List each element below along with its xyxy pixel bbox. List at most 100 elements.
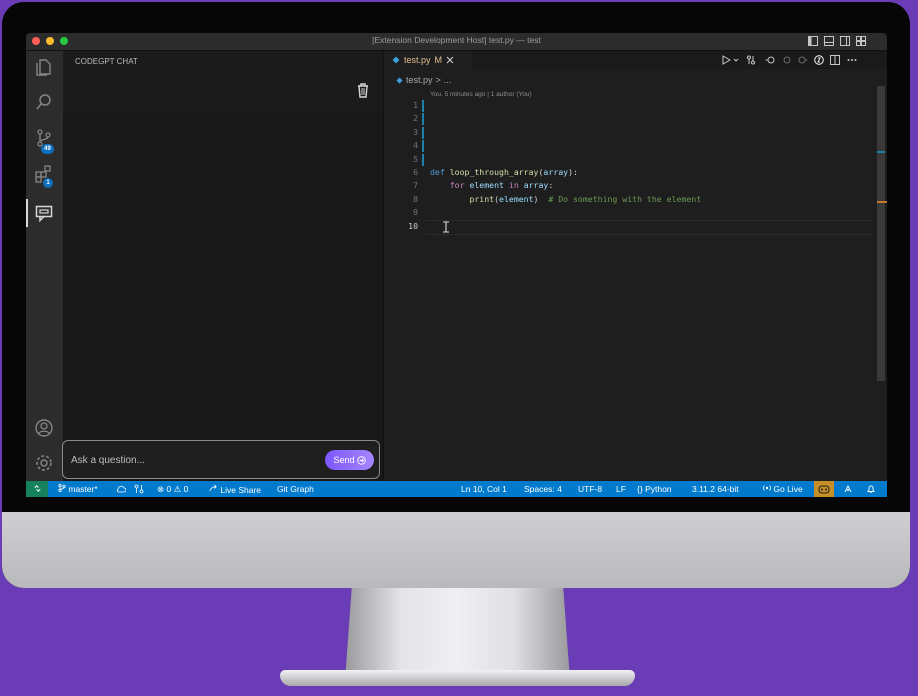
eol-status[interactable]: LF: [616, 484, 626, 494]
language-mode[interactable]: {} Python: [637, 484, 672, 494]
monitor-foot: [280, 670, 635, 686]
warning-count: 0: [183, 484, 189, 494]
toggle-sidebar-icon[interactable]: [808, 36, 818, 46]
branch-name: master*: [68, 484, 98, 494]
current-line-highlight: [426, 219, 872, 235]
toggle-panel-icon[interactable]: [824, 36, 834, 46]
variable: element: [499, 193, 534, 204]
python-interpreter[interactable]: 3.11.2 64-bit: [692, 484, 739, 494]
run-icon[interactable]: [721, 55, 731, 65]
gear-icon[interactable]: [34, 453, 54, 473]
sidebar-title: CODEGPT CHAT: [75, 57, 138, 66]
python-file-icon: [392, 56, 400, 64]
toggle-secondary-sidebar-icon[interactable]: [840, 36, 850, 46]
code-line: 10: [384, 219, 874, 235]
title-bar: [Extension Development Host] test.py — t…: [26, 33, 887, 51]
code-line: 4: [384, 139, 874, 153]
window-title: [Extension Development Host] test.py — t…: [372, 35, 541, 45]
problems-status[interactable]: ⊗ 0 ⚠ 0: [157, 484, 188, 495]
code-line: 3: [384, 126, 874, 139]
status-bar: master* ⊗ 0 ⚠ 0 Live Share Git Graph Ln …: [26, 481, 887, 497]
bell-icon[interactable]: [866, 484, 876, 494]
scrollbar[interactable]: [877, 86, 885, 381]
tab-test-py[interactable]: test.py M: [384, 51, 472, 69]
scrollbar-change-marker: [877, 151, 885, 153]
line-number: 7: [413, 180, 418, 191]
code-editor[interactable]: 1 2 3 4 5 6 def loop_through_array(array…: [384, 99, 874, 235]
breadcrumb-separator: >: [435, 75, 441, 85]
branch-status[interactable]: master*: [58, 483, 98, 494]
chat-input-box: Send: [62, 440, 380, 479]
codegpt-chat-panel: CODEGPT CHAT Send: [62, 51, 384, 481]
line-number: 4: [413, 140, 418, 151]
code-line: 2: [384, 112, 874, 126]
git-blame-annotation[interactable]: You, 5 minutes ago | 1 author (You): [430, 91, 532, 98]
tab-bar: test.py M: [384, 51, 887, 69]
code-text: print(element) # Do something with the e…: [469, 193, 702, 204]
code-line: 6 def loop_through_array(array):: [384, 166, 874, 179]
close-icon[interactable]: [446, 56, 454, 64]
sync-cloud-icon[interactable]: [116, 485, 126, 493]
braces-icon: {}: [637, 484, 643, 494]
feedback-icon[interactable]: [843, 484, 853, 494]
gutter-added-indicator: [422, 113, 424, 126]
revert-icon[interactable]: [765, 55, 775, 65]
chat-header: CODEGPT CHAT: [63, 51, 383, 113]
line-number: 2: [413, 113, 418, 124]
python-file-icon: [396, 76, 403, 84]
line-number: 6: [413, 166, 418, 177]
live-share-button[interactable]: Live Share: [209, 484, 261, 495]
arrow-right-circle-icon: [356, 455, 366, 465]
git-compare-icon[interactable]: [134, 484, 144, 494]
more-actions-icon[interactable]: [847, 58, 857, 62]
code-line: 5: [384, 153, 874, 166]
git-graph-button[interactable]: Git Graph: [277, 484, 314, 494]
error-icon: ⊗: [157, 484, 165, 494]
code-comment: # Do something with the element: [548, 193, 702, 204]
indentation-status[interactable]: Spaces: 4: [524, 484, 562, 494]
warning-icon: ⚠: [173, 484, 182, 494]
split-editor-icon[interactable]: [830, 55, 840, 65]
gutter-added-indicator: [422, 153, 424, 166]
send-button-label: Send: [333, 455, 355, 465]
line-number: 9: [413, 207, 418, 218]
search-icon[interactable]: [34, 92, 54, 112]
trash-icon[interactable]: [356, 82, 370, 98]
line-number: 3: [413, 126, 418, 137]
cursor-position[interactable]: Ln 10, Col 1: [461, 484, 507, 494]
codegpt-icon[interactable]: [814, 55, 824, 65]
code-text: for element in array:: [449, 180, 554, 191]
open-changes-icon[interactable]: [746, 55, 756, 65]
go-live-label: Go Live: [773, 484, 803, 494]
encoding-status[interactable]: UTF-8: [578, 484, 602, 494]
previous-change-icon[interactable]: [782, 55, 792, 65]
breadcrumb-file[interactable]: test.py: [406, 75, 433, 85]
go-live-button[interactable]: Go Live: [763, 484, 803, 494]
for-keyword: for: [449, 180, 465, 191]
copilot-icon[interactable]: [814, 481, 834, 497]
text-cursor-icon: [443, 220, 449, 233]
monitor-stand: [345, 588, 570, 680]
codegpt-chat-icon[interactable]: [34, 203, 54, 223]
line-number: 8: [413, 193, 418, 204]
tab-modified-status: M: [434, 55, 443, 65]
chevron-down-icon[interactable]: [733, 57, 739, 63]
next-change-icon[interactable]: [798, 55, 808, 65]
accounts-icon[interactable]: [34, 418, 54, 438]
scrollbar-cursor-marker: [877, 201, 887, 203]
monitor-chin: [2, 512, 910, 588]
code-text: def loop_through_array(array):: [430, 166, 578, 177]
code-line: 8 print(element) # Do something with the…: [384, 193, 874, 206]
send-button[interactable]: Send: [325, 450, 374, 470]
breadcrumb-symbols[interactable]: ...: [444, 75, 452, 85]
code-line: 7 for element in array:: [384, 179, 874, 192]
live-share-icon: [209, 484, 217, 492]
gutter-added-indicator: [422, 126, 424, 139]
explorer-icon[interactable]: [34, 57, 54, 77]
remote-indicator[interactable]: [26, 481, 48, 497]
chat-question-input[interactable]: [69, 451, 313, 469]
live-share-label: Live Share: [220, 485, 262, 495]
customize-layout-icon[interactable]: [856, 36, 866, 46]
error-count: 0: [166, 484, 172, 494]
function-name: loop_through_array: [449, 166, 539, 177]
